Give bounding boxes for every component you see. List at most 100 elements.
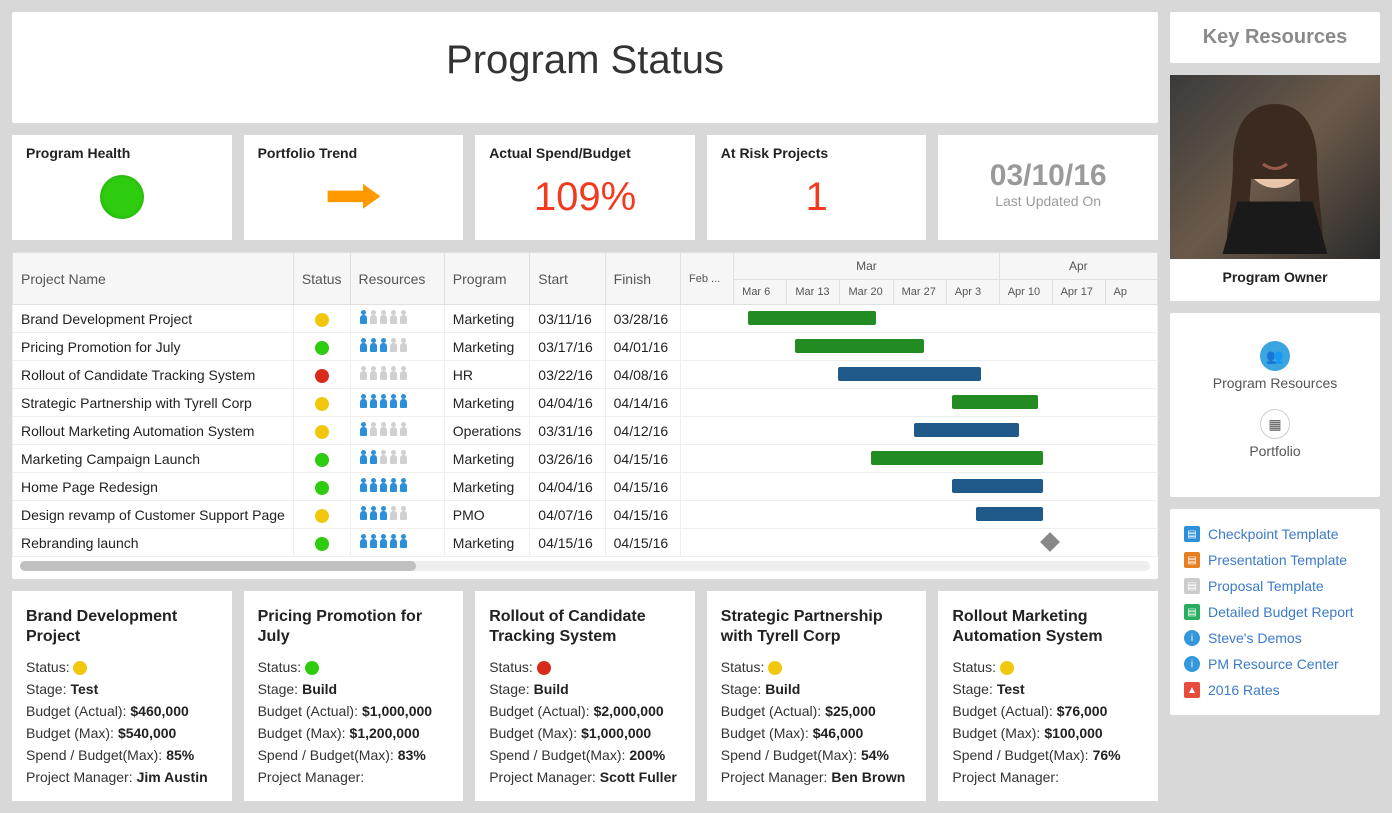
key-resources-header: Key Resources — [1170, 12, 1380, 63]
cell-start: 04/04/16 — [530, 473, 605, 501]
cell-status — [293, 501, 350, 529]
risk-value: 1 — [805, 175, 827, 219]
cell-project-name[interactable]: Pricing Promotion for July — [13, 333, 294, 361]
resource-link[interactable]: ▲2016 Rates — [1184, 677, 1366, 703]
table-row[interactable]: Marketing Campaign LaunchMarketing03/26/… — [13, 445, 1158, 473]
cell-project-name[interactable]: Design revamp of Customer Support Page — [13, 501, 294, 529]
cell-finish: 04/15/16 — [605, 501, 680, 529]
table-row[interactable]: Home Page RedesignMarketing04/04/1604/15… — [13, 473, 1158, 501]
person-icon — [379, 450, 388, 464]
table-row[interactable]: Strategic Partnership with Tyrell CorpMa… — [13, 389, 1158, 417]
resources-panel: 👥 Program Resources ▦ Portfolio — [1170, 313, 1380, 497]
metrics-row: Program Health Portfolio Trend ➡ Actual … — [12, 135, 1158, 240]
people-icon: 👥 — [1260, 341, 1290, 371]
col-start[interactable]: Start — [530, 253, 605, 305]
horizontal-scrollbar[interactable] — [20, 561, 1150, 571]
portfolio-link[interactable]: ▦ Portfolio — [1170, 409, 1380, 459]
table-row[interactable]: Rollout of Candidate Tracking SystemHR03… — [13, 361, 1158, 389]
gantt-bar[interactable] — [952, 395, 1038, 409]
status-dot-icon — [305, 661, 319, 675]
person-icon — [359, 534, 368, 548]
person-icon — [389, 394, 398, 408]
gantt-bar[interactable] — [914, 423, 1019, 437]
cell-resources — [350, 305, 444, 333]
person-icon — [369, 534, 378, 548]
table-row[interactable]: Brand Development ProjectMarketing03/11/… — [13, 305, 1158, 333]
project-table[interactable]: Project NameStatusResourcesProgramStartF… — [12, 252, 1158, 557]
resource-link[interactable]: iSteve's Demos — [1184, 625, 1366, 651]
program-owner-panel[interactable]: Program Owner — [1170, 75, 1380, 301]
table-row[interactable]: Rebranding launchMarketing04/15/1604/15/… — [13, 529, 1158, 557]
person-icon — [399, 366, 408, 380]
cell-resources — [350, 473, 444, 501]
person-icon — [399, 310, 408, 324]
cell-status — [293, 361, 350, 389]
gantt-bar[interactable] — [952, 479, 1042, 493]
card-title: Rollout Marketing Automation System — [952, 607, 1144, 647]
cell-resources — [350, 529, 444, 557]
cell-project-name[interactable]: Marketing Campaign Launch — [13, 445, 294, 473]
col-program[interactable]: Program — [444, 253, 529, 305]
gantt-bar[interactable] — [871, 451, 1042, 465]
table-row[interactable]: Rollout Marketing Automation SystemOpera… — [13, 417, 1158, 445]
cell-project-name[interactable]: Home Page Redesign — [13, 473, 294, 501]
file-icon: ▤ — [1184, 526, 1200, 542]
table-row[interactable]: Pricing Promotion for JulyMarketing03/17… — [13, 333, 1158, 361]
project-card[interactable]: Strategic Partnership with Tyrell Corp S… — [707, 591, 927, 801]
resource-link[interactable]: ▤Detailed Budget Report — [1184, 599, 1366, 625]
page-title: Program Status — [12, 38, 1158, 83]
file-icon: ▲ — [1184, 682, 1200, 698]
cell-finish: 04/14/16 — [605, 389, 680, 417]
resource-link[interactable]: ▤Proposal Template — [1184, 573, 1366, 599]
cell-finish: 03/28/16 — [605, 305, 680, 333]
link-label: Detailed Budget Report — [1208, 604, 1354, 620]
cell-program: Marketing — [444, 305, 529, 333]
resource-link[interactable]: iPM Resource Center — [1184, 651, 1366, 677]
col-resources[interactable]: Resources — [350, 253, 444, 305]
resource-link[interactable]: ▤Presentation Template — [1184, 547, 1366, 573]
gantt-bar[interactable] — [838, 367, 981, 381]
metric-health: Program Health — [12, 135, 232, 240]
status-dot-icon — [315, 453, 329, 467]
table-row[interactable]: Design revamp of Customer Support PagePM… — [13, 501, 1158, 529]
project-card[interactable]: Rollout of Candidate Tracking System Sta… — [475, 591, 695, 801]
resource-link[interactable]: ▤Checkpoint Template — [1184, 521, 1366, 547]
cell-project-name[interactable]: Rollout of Candidate Tracking System — [13, 361, 294, 389]
link-label: PM Resource Center — [1208, 656, 1339, 672]
gantt-cell — [681, 473, 1158, 501]
cell-start: 03/22/16 — [530, 361, 605, 389]
person-icon — [369, 394, 378, 408]
person-icon — [379, 478, 388, 492]
cell-resources — [350, 389, 444, 417]
cell-finish: 04/08/16 — [605, 361, 680, 389]
program-resources-link[interactable]: 👥 Program Resources — [1170, 341, 1380, 391]
project-card[interactable]: Pricing Promotion for July Status: Stage… — [244, 591, 464, 801]
gantt-cell — [681, 305, 1158, 333]
file-icon: ▤ — [1184, 578, 1200, 594]
gantt-bar[interactable] — [976, 507, 1043, 521]
milestone-icon[interactable] — [1040, 532, 1060, 552]
cell-start: 04/04/16 — [530, 389, 605, 417]
gantt-bar[interactable] — [748, 311, 877, 325]
cell-project-name[interactable]: Strategic Partnership with Tyrell Corp — [13, 389, 294, 417]
cell-project-name[interactable]: Rebranding launch — [13, 529, 294, 557]
col-status[interactable]: Status — [293, 253, 350, 305]
cell-project-name[interactable]: Brand Development Project — [13, 305, 294, 333]
cell-project-name[interactable]: Rollout Marketing Automation System — [13, 417, 294, 445]
cell-status — [293, 445, 350, 473]
person-icon — [359, 478, 368, 492]
person-icon — [359, 366, 368, 380]
status-dot-icon — [315, 397, 329, 411]
cell-resources — [350, 501, 444, 529]
cell-status — [293, 417, 350, 445]
project-card[interactable]: Brand Development Project Status: Stage:… — [12, 591, 232, 801]
person-icon — [359, 338, 368, 352]
cell-status — [293, 473, 350, 501]
col-project-name[interactable]: Project Name — [13, 253, 294, 305]
cell-program: Marketing — [444, 529, 529, 557]
person-icon — [389, 478, 398, 492]
project-card[interactable]: Rollout Marketing Automation System Stat… — [938, 591, 1158, 801]
cell-resources — [350, 333, 444, 361]
gantt-bar[interactable] — [795, 339, 924, 353]
col-finish[interactable]: Finish — [605, 253, 680, 305]
